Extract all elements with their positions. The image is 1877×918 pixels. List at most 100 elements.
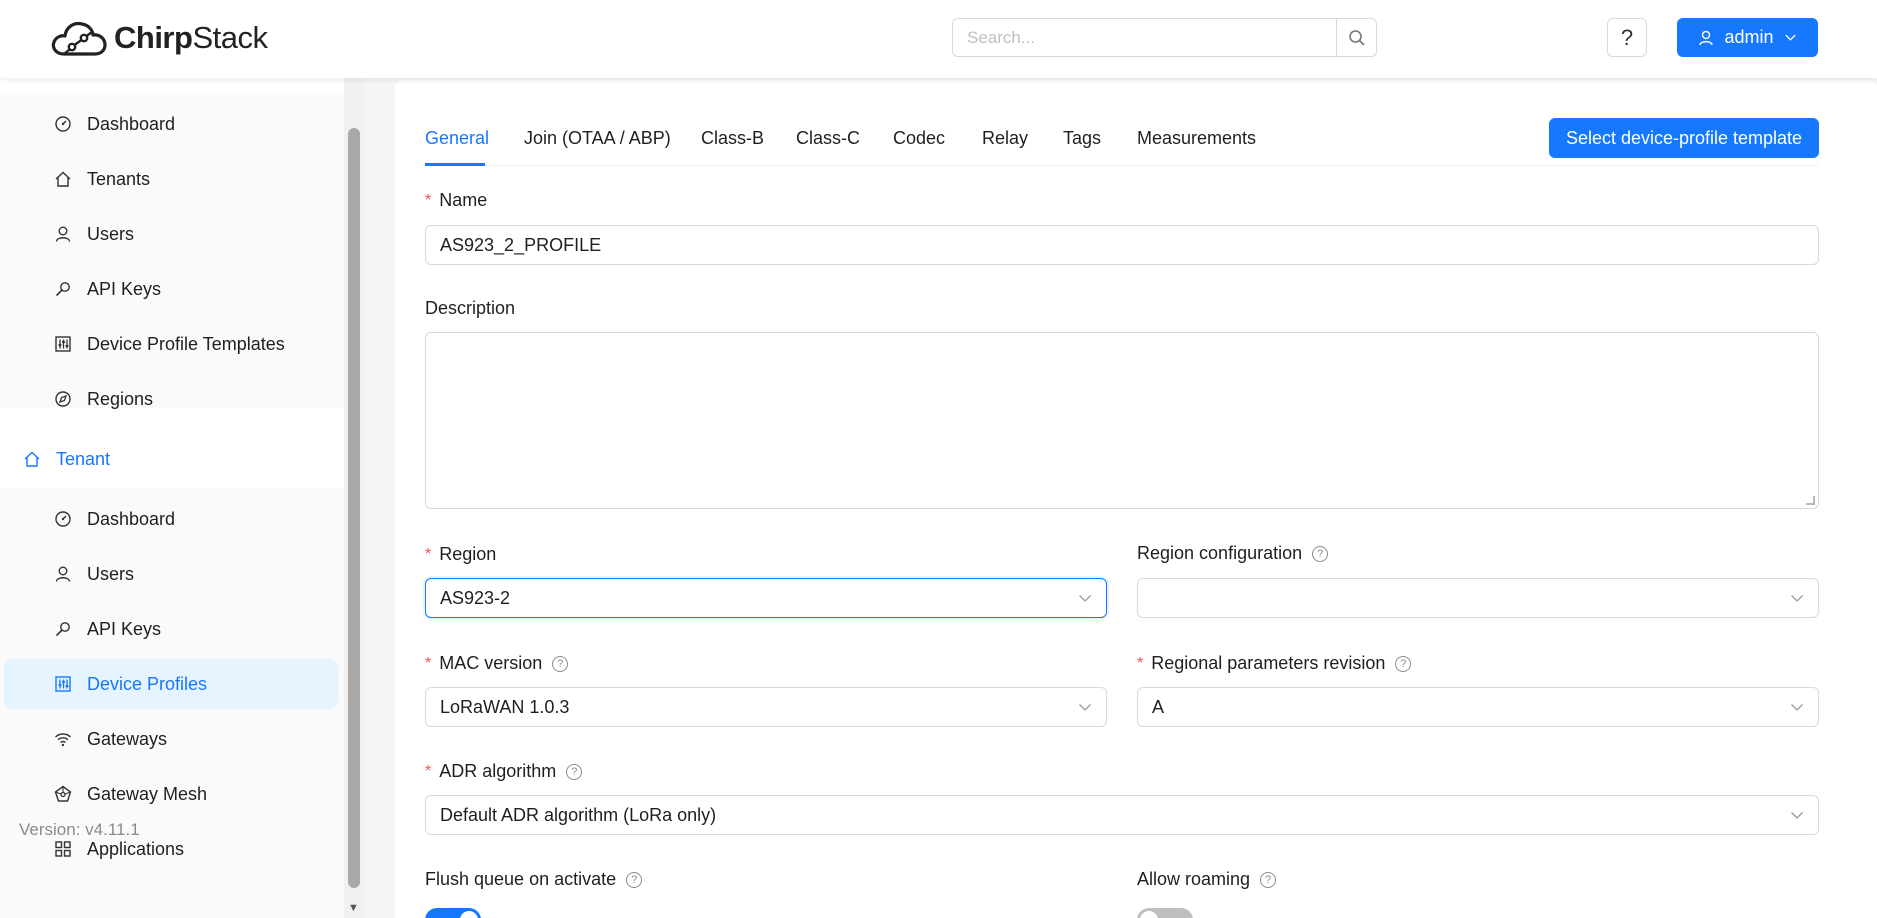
name-field[interactable]: AS923_2_PROFILE bbox=[425, 225, 1819, 265]
sidebar-item-label: Users bbox=[87, 223, 135, 244]
sidebar-scrollbar-thumb[interactable] bbox=[348, 128, 360, 888]
user-icon bbox=[1699, 30, 1714, 45]
help-tooltip-icon[interactable]: ? bbox=[566, 763, 583, 780]
rp-revision-label: * Regional parameters revision? bbox=[1137, 653, 1412, 674]
sidebar-item-device-profile-templates[interactable]: Device Profile Templates bbox=[0, 319, 340, 369]
toggle-knob bbox=[460, 911, 478, 918]
user-icon bbox=[53, 224, 73, 244]
chirpstack-logo[interactable]: ChirpStack bbox=[50, 16, 268, 60]
region-label: * Region bbox=[425, 544, 497, 564]
tab-measurements[interactable]: Measurements bbox=[1137, 128, 1256, 149]
sidebar-item-label: Tenants bbox=[87, 168, 151, 189]
help-button[interactable]: ? bbox=[1607, 18, 1647, 57]
sidebar-item-label: Tenant bbox=[56, 448, 111, 469]
sidebar-item-label: Gateways bbox=[87, 728, 168, 749]
sidebar-item-gateway-mesh[interactable]: Gateway Mesh bbox=[0, 769, 340, 819]
help-tooltip-icon[interactable]: ? bbox=[1312, 545, 1329, 562]
adr-algorithm-select[interactable]: Default ADR algorithm (LoRa only) bbox=[425, 795, 1819, 835]
help-tooltip-icon[interactable]: ? bbox=[1395, 655, 1412, 672]
required-mark: * bbox=[425, 654, 432, 672]
tab-codec[interactable]: Codec bbox=[893, 128, 945, 149]
sliders-icon bbox=[53, 674, 73, 694]
sidebar-item-gateways[interactable]: Gateways bbox=[0, 714, 340, 764]
key-icon bbox=[53, 279, 73, 299]
sidebar-item-tenant-dashboard[interactable]: Dashboard bbox=[0, 494, 340, 544]
top-header: ChirpStack ? admin bbox=[0, 0, 1877, 78]
allow-roaming-toggle[interactable] bbox=[1137, 908, 1193, 918]
sidebar-item-label: Applications bbox=[87, 838, 185, 859]
compass-icon bbox=[53, 389, 73, 409]
cloud-logo-icon bbox=[51, 21, 107, 56]
sidebar-item-label: API Keys bbox=[87, 278, 162, 299]
sidebar-item-label: Dashboard bbox=[87, 113, 176, 134]
search-button[interactable] bbox=[1336, 19, 1376, 56]
mac-version-label: * MAC version? bbox=[425, 653, 569, 674]
region-select[interactable]: AS923-2 bbox=[425, 578, 1107, 618]
sidebar-item-label: Device Profiles bbox=[87, 673, 208, 694]
tab-class-b[interactable]: Class-B bbox=[701, 128, 764, 149]
toggle-knob bbox=[1140, 911, 1158, 918]
chevron-down-icon bbox=[1079, 704, 1091, 711]
tab-tags[interactable]: Tags bbox=[1063, 128, 1101, 149]
flush-queue-label: Flush queue on activate? bbox=[425, 869, 643, 890]
sidebar-item-tenants[interactable]: Tenants bbox=[0, 154, 340, 204]
user-icon bbox=[53, 564, 73, 584]
rp-revision-select[interactable]: A bbox=[1137, 687, 1819, 727]
sidebar-item-admin-api-keys[interactable]: API Keys bbox=[0, 264, 340, 314]
search-icon bbox=[1348, 29, 1365, 46]
description-field[interactable] bbox=[425, 332, 1819, 509]
search-box bbox=[952, 18, 1377, 57]
chevron-down-icon bbox=[1079, 595, 1091, 602]
dashboard-icon bbox=[53, 114, 73, 134]
required-mark: * bbox=[425, 545, 432, 563]
sidebar-item-label: Users bbox=[87, 563, 135, 584]
description-label: Description bbox=[425, 298, 516, 318]
sidebar-item-label: Gateway Mesh bbox=[87, 783, 208, 804]
region-config-select[interactable] bbox=[1137, 578, 1819, 618]
user-name: admin bbox=[1724, 27, 1774, 47]
home-icon bbox=[53, 169, 73, 189]
sidebar-item-tenant-users[interactable]: Users bbox=[0, 549, 340, 599]
tab-class-c[interactable]: Class-C bbox=[796, 128, 860, 149]
select-template-button[interactable]: Select device-profile template bbox=[1549, 118, 1819, 158]
required-mark: * bbox=[1137, 654, 1144, 672]
tab-join[interactable]: Join (OTAA / ABP) bbox=[524, 128, 671, 149]
mesh-icon bbox=[53, 784, 73, 804]
user-menu-button[interactable]: admin bbox=[1677, 18, 1818, 57]
active-tab-indicator bbox=[425, 163, 485, 166]
help-icon: ? bbox=[1620, 24, 1634, 50]
tab-general[interactable]: General bbox=[425, 128, 489, 149]
chevron-down-icon bbox=[1784, 34, 1796, 41]
version-label: Version: v4.11.1 bbox=[19, 820, 140, 839]
sidebar-item-regions[interactable]: Regions bbox=[0, 374, 340, 424]
sidebar-item-tenant-api-keys[interactable]: API Keys bbox=[0, 604, 340, 654]
sidebar-item-label: Regions bbox=[87, 388, 154, 409]
resize-grip-icon[interactable] bbox=[1806, 496, 1815, 505]
allow-roaming-label: Allow roaming? bbox=[1137, 869, 1277, 890]
sidebar-item-admin-dashboard[interactable]: Dashboard bbox=[0, 99, 340, 149]
help-tooltip-icon[interactable]: ? bbox=[1260, 871, 1277, 888]
sidebar-item-device-profiles[interactable]: Device Profiles bbox=[4, 659, 338, 709]
region-config-label: Region configuration? bbox=[1137, 543, 1329, 564]
logo-text: ChirpStack bbox=[114, 20, 268, 55]
sliders-icon bbox=[53, 334, 73, 354]
wifi-icon bbox=[53, 729, 73, 749]
chevron-down-icon bbox=[1791, 704, 1803, 711]
sidebar-item-admin-users[interactable]: Users bbox=[0, 209, 340, 259]
sidebar: Dashboard Tenants Users API Keys Device … bbox=[0, 78, 344, 918]
tab-relay[interactable]: Relay bbox=[982, 128, 1028, 149]
dashboard-icon bbox=[53, 509, 73, 529]
help-tooltip-icon[interactable]: ? bbox=[626, 871, 643, 888]
mac-version-select[interactable]: LoRaWAN 1.0.3 bbox=[425, 687, 1107, 727]
sidebar-item-label: API Keys bbox=[87, 618, 162, 639]
search-input[interactable] bbox=[953, 19, 1336, 56]
help-tooltip-icon[interactable]: ? bbox=[552, 655, 569, 672]
sidebar-item-tenant[interactable]: Tenant bbox=[0, 434, 344, 484]
home-icon bbox=[22, 449, 42, 469]
name-label: * Name bbox=[425, 190, 488, 210]
key-icon bbox=[53, 619, 73, 639]
required-mark: * bbox=[425, 762, 432, 780]
flush-queue-toggle[interactable] bbox=[425, 908, 481, 918]
chevron-down-icon bbox=[1791, 595, 1803, 602]
scroll-down-arrow-icon[interactable]: ▼ bbox=[348, 902, 359, 914]
